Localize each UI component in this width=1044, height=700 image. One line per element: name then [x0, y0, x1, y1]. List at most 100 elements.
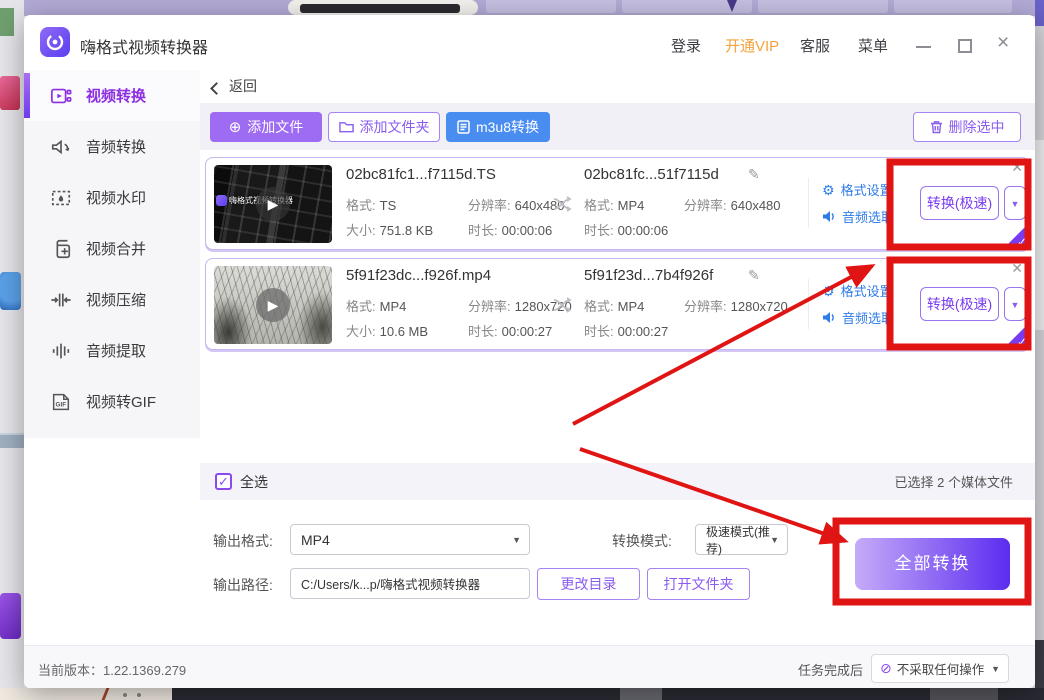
taskbar-glyph-fragment: [118, 690, 148, 700]
output-path-label: 输出路径:: [213, 575, 273, 595]
delete-selected-button[interactable]: 删除选中: [913, 112, 1021, 142]
open-folder-button[interactable]: 打开文件夹: [647, 568, 750, 600]
convert-fast-button[interactable]: 转换(极速): [920, 186, 999, 220]
select-all-label: 全选: [240, 472, 268, 492]
audio-select-button[interactable]: 音频选取: [822, 207, 894, 226]
swap-icon: [552, 196, 572, 212]
desktop-icon-fragment: [0, 76, 20, 110]
sidebar-item-video-watermark[interactable]: 视频水印: [24, 172, 200, 223]
gear-icon: ⚙: [822, 284, 835, 298]
taskbar-segment: [620, 688, 662, 700]
output-format-select[interactable]: MP4 ▼: [290, 524, 530, 555]
convert-all-button[interactable]: 全部转换: [855, 538, 1010, 590]
support-button[interactable]: 客服: [800, 35, 830, 56]
add-folder-label: 添加文件夹: [360, 117, 430, 137]
add-file-button[interactable]: ⊕ 添加文件: [210, 112, 322, 142]
divider: [808, 178, 809, 228]
sidebar-item-label: 视频转GIF: [86, 391, 156, 412]
app-window: 嗨格式视频转换器 登录 开通VIP 客服 菜单 × 视频转换 音频转换: [24, 15, 1035, 688]
sidebar-item-audio-convert[interactable]: 音频转换: [24, 121, 200, 172]
edit-pencil-icon[interactable]: ✎: [748, 267, 760, 284]
svg-text:GIF: GIF: [56, 401, 67, 408]
close-icon[interactable]: ×: [997, 32, 1009, 53]
watermark-icon: [50, 187, 72, 209]
resolution-label: 分辨率:: [468, 198, 511, 213]
vip-button[interactable]: 开通VIP: [725, 35, 779, 56]
status-bar: 当前版本：1.22.1369.279 任务完成后 ⊘ 不采取任何操作 ▼: [24, 645, 1035, 688]
edit-pencil-icon[interactable]: ✎: [748, 166, 760, 183]
format-label: 格式:: [346, 299, 376, 314]
play-icon[interactable]: ▶: [256, 288, 290, 322]
format-label: 格式:: [584, 299, 614, 314]
sidebar-item-label: 视频压缩: [86, 289, 146, 310]
check-icon: ✓: [1017, 235, 1027, 249]
source-format-value: TS: [380, 198, 397, 213]
after-task-label: 任务完成后: [798, 660, 863, 679]
desktop-icon-fragment: [0, 593, 21, 639]
select-all-checkbox[interactable]: ✓: [215, 473, 232, 490]
convert-dropdown-button[interactable]: ▼: [1004, 287, 1026, 321]
sidebar-item-video-compress[interactable]: 视频压缩: [24, 274, 200, 325]
output-resolution-value: 640x480: [731, 198, 781, 213]
delete-selected-label: 删除选中: [949, 117, 1005, 137]
add-folder-button[interactable]: 添加文件夹: [328, 112, 440, 142]
sidebar-item-audio-extract[interactable]: 音频提取: [24, 325, 200, 376]
m3u8-convert-button[interactable]: m3u8转换: [446, 112, 550, 142]
trash-icon: [930, 120, 943, 134]
sidebar-item-label: 视频合并: [86, 238, 146, 259]
remove-file-icon[interactable]: ✕: [1011, 260, 1023, 277]
toolbar: ⊕ 添加文件 添加文件夹 m3u8转换 删除选中: [200, 103, 1035, 150]
sidebar-item-video-convert[interactable]: 视频转换: [24, 70, 200, 121]
convert-dropdown-button[interactable]: ▼: [1004, 186, 1026, 220]
format-settings-button[interactable]: ⚙ 格式设置: [822, 180, 894, 199]
active-indicator: [24, 73, 30, 118]
audio-convert-icon: [50, 136, 72, 158]
sidebar-item-video-merge[interactable]: 视频合并: [24, 223, 200, 274]
divider: [808, 279, 809, 329]
watermark-logo-icon: [216, 195, 227, 206]
m3u8-label: m3u8转换: [476, 117, 539, 137]
format-label: 格式:: [346, 198, 376, 213]
sidebar-item-label: 音频提取: [86, 340, 146, 361]
convert-mode-select[interactable]: 极速模式(推荐) ▼: [695, 524, 788, 555]
maximize-icon[interactable]: [958, 39, 972, 53]
resolution-label: 分辨率:: [684, 198, 727, 213]
duration-label: 时长:: [468, 223, 498, 238]
output-path-input[interactable]: C:/Users/k...p/嗨格式视频转换器: [290, 568, 530, 599]
selected-count-text: 已选择 2 个媒体文件: [895, 472, 1013, 491]
format-settings-button[interactable]: ⚙ 格式设置: [822, 281, 894, 300]
audio-select-button[interactable]: 音频选取: [822, 308, 894, 327]
remove-file-icon[interactable]: ✕: [1011, 159, 1023, 176]
change-directory-button[interactable]: 更改目录: [537, 568, 640, 600]
duration-label: 时长:: [584, 223, 614, 238]
file-row: 嗨格式视频转换器 ▶ 02bc81fc1...f7115d.TS 格式:TS 分…: [205, 157, 1030, 250]
convert-fast-button[interactable]: 转换(极速): [920, 287, 999, 321]
output-filename: 5f91f23d...7b4f926f: [584, 267, 713, 284]
desktop-fragment: [1035, 0, 1044, 26]
no-action-icon: ⊘: [880, 660, 892, 677]
format-settings-label: 格式设置: [841, 281, 893, 300]
size-label: 大小:: [346, 324, 376, 339]
back-button[interactable]: 返回: [229, 78, 257, 94]
background-text-fragment: [300, 4, 460, 13]
login-button[interactable]: 登录: [671, 35, 701, 56]
duration-label: 时长:: [468, 324, 498, 339]
menu-button[interactable]: 菜单: [858, 35, 888, 56]
format-label: 格式:: [584, 198, 614, 213]
output-format-value: MP4: [618, 198, 645, 213]
video-convert-icon: [50, 85, 72, 107]
play-icon[interactable]: ▶: [256, 187, 290, 221]
version-value: 1.22.1369.279: [103, 663, 186, 678]
after-task-select[interactable]: ⊘ 不采取任何操作 ▼: [871, 654, 1009, 683]
app-title: 嗨格式视频转换器: [80, 34, 208, 58]
minimize-icon[interactable]: [916, 46, 931, 48]
speaker-icon: [822, 210, 836, 223]
chevron-down-icon: ▼: [770, 535, 779, 545]
source-size-value: 10.6 MB: [380, 324, 428, 339]
output-path-value: C:/Users/k...p/嗨格式视频转换器: [301, 574, 480, 593]
gear-icon: ⚙: [822, 183, 835, 197]
desktop-tile: [758, 0, 888, 13]
output-duration-value: 00:00:27: [618, 324, 669, 339]
sidebar-item-video-to-gif[interactable]: GIF 视频转GIF: [24, 376, 200, 427]
after-task-selected: 不采取任何操作: [897, 659, 985, 678]
